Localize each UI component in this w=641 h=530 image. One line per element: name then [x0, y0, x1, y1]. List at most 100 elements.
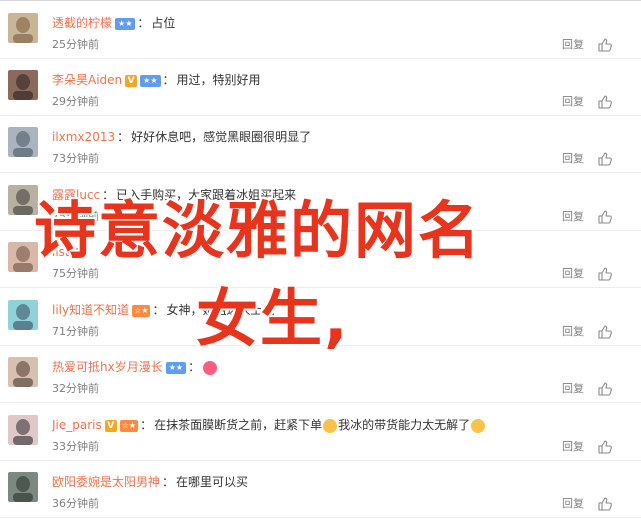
like-thumb-icon[interactable] [597, 496, 613, 512]
colon-separator: ： [102, 188, 115, 202]
comment-line: 露露lucc：已入手购买，大家跟着冰姐买起来 [52, 186, 631, 204]
avatar[interactable] [8, 13, 38, 43]
comment-text-tail: 我冰的带货能力太无解了 [338, 418, 471, 432]
like-thumb-icon[interactable] [597, 37, 613, 53]
colon-separator: ： [162, 73, 175, 87]
comment-actions: 回复 [562, 324, 613, 340]
comment-row: 透截的柠檬 ★★：占位 25分钟前 回复 [0, 1, 641, 59]
comment-row: lisa： 75分钟前 回复 [0, 230, 641, 288]
like-thumb-icon[interactable] [597, 209, 613, 225]
reply-button[interactable]: 回复 [562, 439, 584, 455]
comment-time: 73分钟前 [52, 152, 99, 165]
comment-feed: 透截的柠檬 ★★：占位 25分钟前 回复 李朵昊Aiden V ★★：用过，特别好用 29分钟… [0, 0, 641, 530]
comment-row: ilxmx2013：好好休息吧，感觉黑眼圈很明显了 73分钟前 回复 [0, 115, 641, 173]
reply-button[interactable]: 回复 [562, 151, 584, 167]
like-thumb-icon[interactable] [597, 381, 613, 397]
colon-separator: ： [162, 475, 175, 489]
username-link[interactable]: lily知道不知道 [52, 303, 129, 317]
avatar[interactable] [8, 472, 38, 502]
comment-actions: 回复 [562, 496, 613, 512]
smile-emoji-icon [471, 418, 486, 433]
reply-button[interactable]: 回复 [562, 324, 584, 340]
colon-separator: ： [188, 360, 201, 374]
colon-separator: ： [140, 418, 153, 432]
colon-separator: ： [137, 16, 150, 30]
comment-time: 32分钟前 [52, 382, 99, 395]
username-link[interactable]: Jie_paris [52, 418, 102, 432]
comment-line: lisa： [52, 243, 631, 261]
comment-text: 用过，特别好用 [176, 73, 261, 87]
comment-line: 透截的柠檬 ★★：占位 [52, 14, 631, 32]
comment-line: 欧阳委婉是太阳男神：在哪里可以买 [52, 473, 631, 491]
membership-badge-icon: ☆★ [119, 419, 139, 432]
comment-time: 75分钟前 [52, 210, 99, 223]
like-thumb-icon[interactable] [597, 266, 613, 282]
comment-line: Jie_paris V ☆★：在抹茶面膜断货之前，赶紧下单 我冰的带货能力太无解了 [52, 416, 631, 434]
username-link[interactable]: 李朵昊Aiden [52, 73, 122, 87]
comment-text: 好好休息吧，感觉黑眼圈很明显了 [131, 130, 312, 144]
comment-row: 欧阳委婉是太阳男神：在哪里可以买 36分钟前 回复 [0, 460, 641, 518]
comment-line: 热爱可抵hx岁月漫长 ★★： [52, 358, 631, 376]
comment-text: 女神，姐姐达人上线 [166, 303, 275, 317]
comment-line: lily知道不知道 ☆★：女神，姐姐达人上线 [52, 301, 631, 319]
avatar[interactable] [8, 415, 38, 445]
vip-badge-icon: ★★ [140, 74, 161, 87]
cat-emoji-icon [323, 418, 338, 433]
avatar[interactable] [8, 70, 38, 100]
verified-v-icon: V [125, 74, 138, 87]
comment-text: 已入手购买，大家跟着冰姐买起来 [116, 188, 297, 202]
comment-text: 在抹茶面膜断货之前，赶紧下单 [154, 418, 323, 432]
like-thumb-icon[interactable] [597, 439, 613, 455]
username-link[interactable]: ilxmx2013 [52, 130, 115, 144]
comment-row: 热爱可抵hx岁月漫长 ★★： 32分钟前 回复 [0, 345, 641, 403]
heart-emoji-icon [203, 360, 218, 375]
comment-line: 李朵昊Aiden V ★★：用过，特别好用 [52, 71, 631, 89]
avatar[interactable] [8, 127, 38, 157]
comment-line: ilxmx2013：好好休息吧，感觉黑眼圈很明显了 [52, 128, 631, 146]
membership-badge-icon: ☆★ [132, 304, 151, 317]
reply-button[interactable]: 回复 [562, 94, 584, 110]
avatar[interactable] [8, 357, 38, 387]
comment-row: lily知道不知道 ☆★：女神，姐姐达人上线 71分钟前 回复 [0, 288, 641, 346]
comment-time: 33分钟前 [52, 440, 99, 453]
comment-time: 29分钟前 [52, 95, 99, 108]
username-link[interactable]: lisa [52, 245, 72, 259]
reply-button[interactable]: 回复 [562, 496, 584, 512]
comment-row: Jie_paris V ☆★：在抹茶面膜断货之前，赶紧下单 我冰的带货能力太无解了 33… [0, 403, 641, 461]
vip-badge-icon: ★★ [165, 361, 187, 374]
comment-row: 露露lucc：已入手购买，大家跟着冰姐买起来 75分钟前 回复 [0, 173, 641, 231]
comment-time: 36分钟前 [52, 497, 99, 510]
comment-actions: 回复 [562, 94, 613, 110]
comment-actions: 回复 [562, 37, 613, 53]
colon-separator: ： [117, 130, 130, 144]
vip-badge-icon: ★★ [115, 17, 136, 30]
reply-button[interactable]: 回复 [562, 37, 584, 53]
reply-button[interactable]: 回复 [562, 209, 584, 225]
reply-button[interactable]: 回复 [562, 266, 584, 282]
reply-button[interactable]: 回复 [562, 381, 584, 397]
comment-time: 71分钟前 [52, 325, 99, 338]
comment-time: 75分钟前 [52, 267, 99, 280]
comment-actions: 回复 [562, 381, 613, 397]
comment-actions: 回复 [562, 209, 613, 225]
username-link[interactable]: 欧阳委婉是太阳男神 [52, 475, 160, 489]
comment-text: 占位 [151, 16, 176, 30]
username-link[interactable]: 露露lucc [52, 188, 100, 202]
comment-time: 25分钟前 [52, 38, 99, 51]
comment-text: 在哪里可以买 [176, 475, 249, 489]
username-link[interactable]: 热爱可抵hx岁月漫长 [52, 360, 163, 374]
colon-separator: ： [152, 303, 165, 317]
comment-actions: 回复 [562, 151, 613, 167]
avatar[interactable] [8, 300, 38, 330]
like-thumb-icon[interactable] [597, 151, 613, 167]
avatar[interactable] [8, 242, 38, 272]
verified-v-icon: V [104, 419, 117, 432]
colon-separator: ： [74, 245, 87, 259]
like-thumb-icon[interactable] [597, 94, 613, 110]
like-thumb-icon[interactable] [597, 324, 613, 340]
avatar[interactable] [8, 185, 38, 215]
comment-row: 李朵昊Aiden V ★★：用过，特别好用 29分钟前 回复 [0, 58, 641, 116]
username-link[interactable]: 透截的柠檬 [52, 16, 112, 30]
comment-actions: 回复 [562, 439, 613, 455]
comment-actions: 回复 [562, 266, 613, 282]
